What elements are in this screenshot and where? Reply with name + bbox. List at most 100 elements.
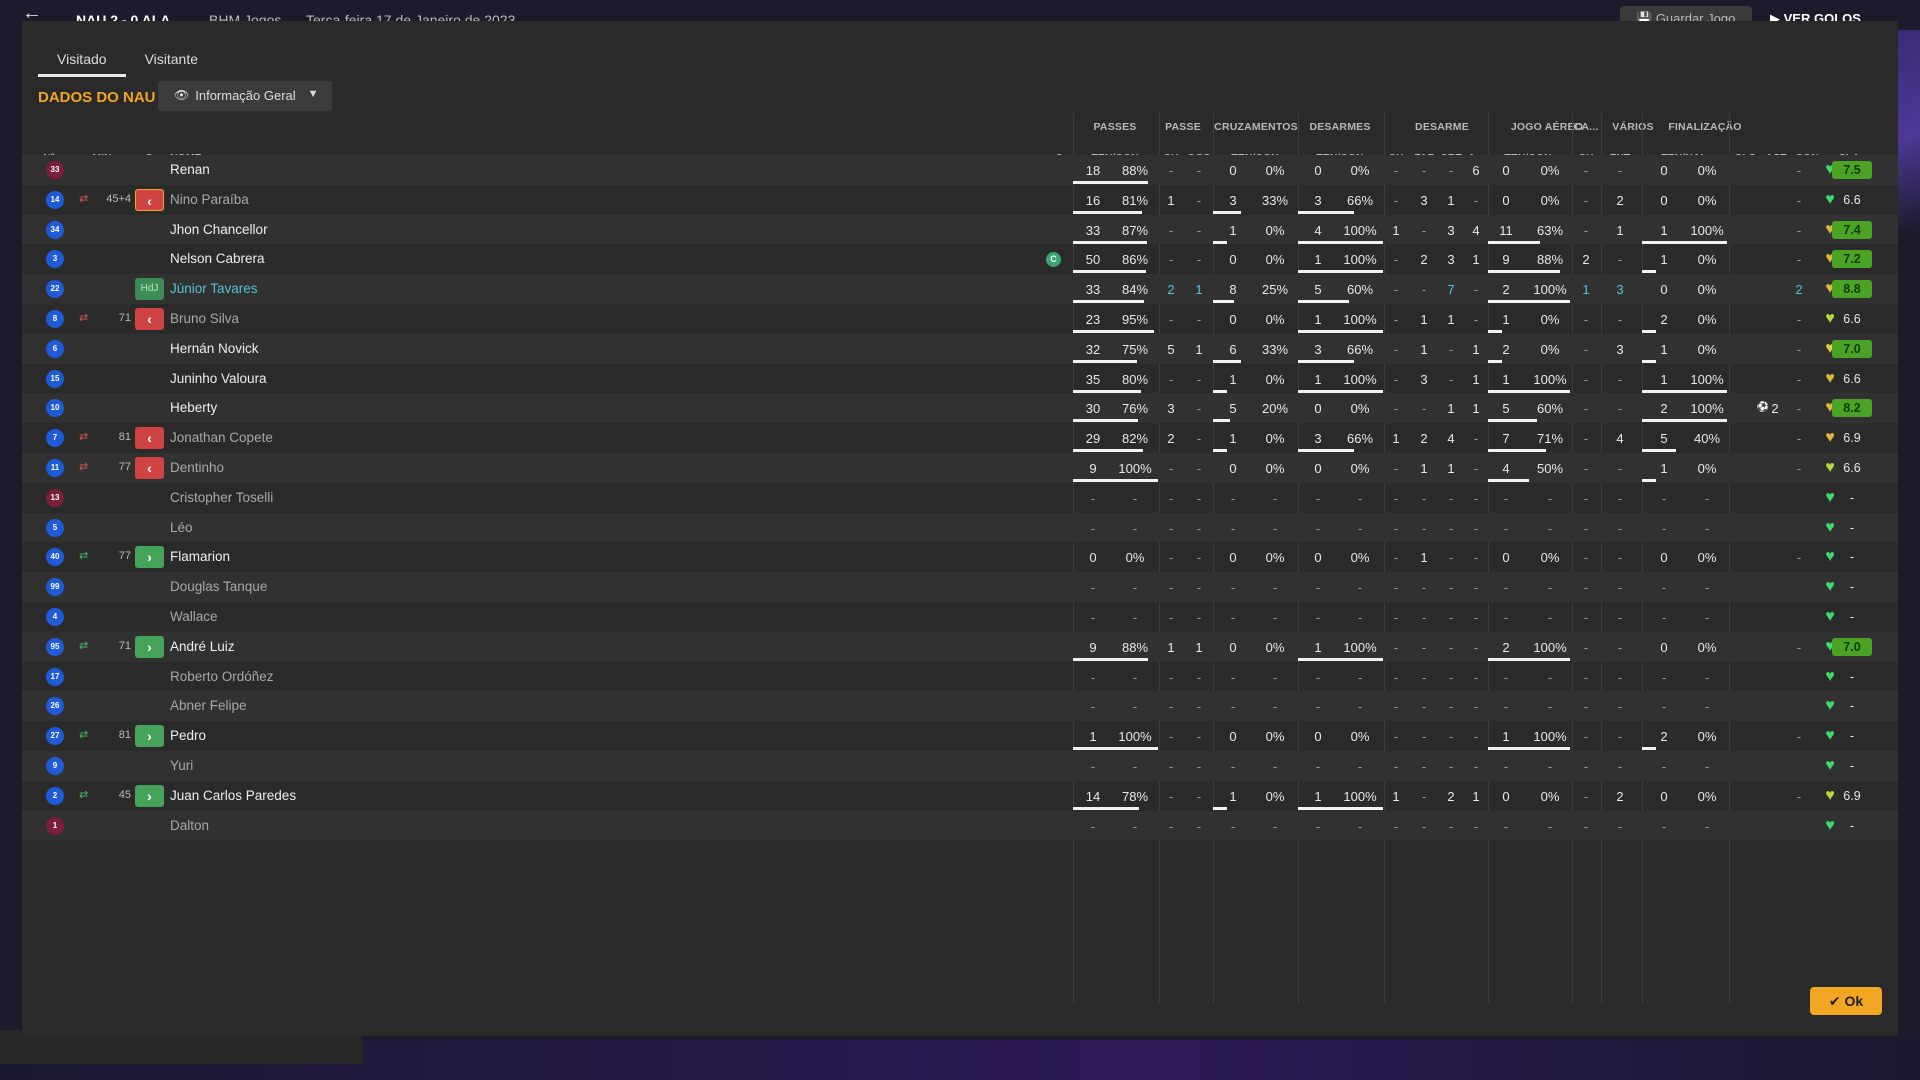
stat-pass_t: - <box>1090 580 1096 596</box>
stat-p_ch: - <box>1168 222 1174 238</box>
table-row[interactable]: 99 Douglas Tanque - - - - - - - - - - - - - - - - - - ♥ - <box>22 572 1898 602</box>
stat-fnt: - <box>1617 163 1623 178</box>
success-rate-bar <box>1642 389 1727 393</box>
player-name[interactable]: Abner Felipe <box>170 698 247 713</box>
stat-d_ch: - <box>1393 282 1399 298</box>
stat-ae_p: - <box>1547 580 1553 596</box>
table-row[interactable]: 33 Renan 18 88% - -0 0% 0 0% - - -6 0 0% - -0 0% - ♥ 7.5 <box>22 155 1898 185</box>
player-name[interactable]: Renan <box>170 162 210 177</box>
stat-p_ocg: - <box>1196 401 1202 417</box>
player-name[interactable]: Douglas Tanque <box>170 579 267 594</box>
player-rating: - <box>1849 729 1855 744</box>
stat-fnt: - <box>1617 490 1623 506</box>
player-name[interactable]: Flamarion <box>170 549 230 564</box>
player-name[interactable]: Nelson Cabrera <box>170 251 265 266</box>
stat-fi_t: - <box>1661 580 1667 596</box>
table-row[interactable]: 95 ⇄ 71 › André Luiz 9 88% 1 1 0 0% 1 100% - - - -2 100% -… <box>22 631 1898 662</box>
table-row[interactable]: 22 HdJ Júnior Tavares 33 84% 2 1 8 25% 5 60% - - 7 - 2 1… <box>22 274 1898 304</box>
success-rate-bar <box>1488 300 1570 304</box>
stat-pass_p: - <box>1132 580 1138 596</box>
stat-d_crt: - <box>1448 759 1454 774</box>
success-rate-bar <box>1642 330 1656 333</box>
table-row[interactable]: 15 Juninho Valoura 35 80% - -1 0% 1 100% -3-1 1 100… <box>22 364 1898 394</box>
stat-d_faf: - <box>1421 759 1427 774</box>
table-row[interactable]: 9 Yuri - - - - - - - - - - - - - - - - - - ♥ - <box>22 751 1898 781</box>
table-row[interactable]: 7 ⇄ 81 ‹ Jonathan Copete 29 82% 2-1 0% 3 66% 1 2 4-7 7… <box>22 423 1898 453</box>
player-name[interactable]: Léo <box>170 520 193 535</box>
player-name[interactable]: Roberto Ordóñez <box>170 669 274 684</box>
table-row[interactable]: 2 ⇄ 45 › Juan Carlos Paredes 14 78% - -1 0% 1 100% 1… <box>22 781 1898 811</box>
stat-d_a: - <box>1473 818 1479 834</box>
player-name[interactable]: Cristopher Toselli <box>170 490 273 505</box>
view-select[interactable]: 👁 Informação Geral ▼ <box>158 81 332 111</box>
player-name[interactable]: Jhon Chancellor <box>170 222 268 237</box>
player-name[interactable]: Jonathan Copete <box>170 430 273 445</box>
player-name[interactable]: Dentinho <box>170 460 224 475</box>
table-row[interactable]: 13 Cristopher Toselli - - - - - - - - - - - - - - - - - - ♥ - <box>22 483 1898 513</box>
player-name[interactable]: Yuri <box>170 758 193 773</box>
stat-cr_t: - <box>1230 490 1236 506</box>
stat-fnt: - <box>1617 371 1623 387</box>
player-name[interactable]: Nino Paraíba <box>170 192 249 207</box>
stat-d_a: - <box>1473 610 1479 625</box>
stat-ast: - <box>1796 192 1802 208</box>
player-name[interactable]: Dalton <box>170 818 209 833</box>
player-name[interactable]: Júnior Tavares <box>170 281 258 296</box>
stat-p_ocg: - <box>1196 461 1202 476</box>
stat-fi_p: - <box>1704 490 1710 506</box>
tab-away[interactable]: Visitante <box>126 47 217 77</box>
player-rating: 6.9 <box>1843 788 1861 803</box>
table-row[interactable]: 1 Dalton - - - - - - - - - - - - - - - - - - ♥ - <box>22 810 1898 841</box>
table-row[interactable]: 11 ⇄ 77 ‹ Dentinho 9 100% - -0 0% 0 0% -1 1-4 50% - -1 0%… <box>22 453 1898 483</box>
group-header-ca: CA... <box>1573 121 1599 133</box>
stat-d_a: 4 <box>1472 222 1480 238</box>
tab-home[interactable]: Visitado <box>38 47 126 77</box>
stat-p_ocg: - <box>1196 490 1202 506</box>
table-row[interactable]: 10 Heberty 30 76% 3-5 20% 0 0% - -1 1 5 60% - -2 100% ⚽ 2… <box>22 393 1898 424</box>
stat-d_faf: - <box>1421 163 1427 178</box>
stat-d_ch: - <box>1393 401 1399 417</box>
player-name[interactable]: Pedro <box>170 728 206 743</box>
back-arrow-icon[interactable]: ← <box>22 3 42 23</box>
table-row[interactable]: 34 Jhon Chancellor 33 87% - -1 0% 4 100% 1-3 4 11 63… <box>22 214 1898 245</box>
stat-p_ocg: - <box>1196 818 1202 834</box>
success-rate-bar <box>1073 270 1147 274</box>
stat-d_ch: - <box>1393 312 1399 327</box>
stat-p_ch: - <box>1168 759 1174 774</box>
player-name[interactable]: Heberty <box>170 400 217 415</box>
table-row[interactable]: 3 Nelson Cabrera C 50 86% - -0 0% 1 100% -2 3 1 9 88% 2… <box>22 244 1898 274</box>
stat-ds_t: 0 <box>1314 729 1322 745</box>
table-row[interactable]: 5 Léo - - - - - - - - - - - - - - - - - - ♥ - <box>22 512 1898 543</box>
stat-ae_p: 0% <box>1540 788 1560 804</box>
player-name[interactable]: Hernán Novick <box>170 341 259 356</box>
ok-button[interactable]: ✔ Ok <box>1810 987 1882 1015</box>
minutes-played: 77 <box>118 461 131 473</box>
stat-ast: - <box>1796 371 1802 387</box>
stat-p_ch: - <box>1168 312 1174 327</box>
table-row[interactable]: 8 ⇄ 71 ‹ Bruno Silva 23 95% - -0 0% 1 100% -1 1-1 0% - -… <box>22 304 1898 334</box>
player-name[interactable]: Bruno Silva <box>170 311 239 326</box>
stat-ae_t: - <box>1503 580 1509 596</box>
player-name[interactable]: Juan Carlos Paredes <box>170 788 296 803</box>
stat-p_ch: 2 <box>1167 431 1175 447</box>
table-row[interactable]: 17 Roberto Ordóñez - - - - - - - - - - - - - - - - - - ♥ - <box>22 662 1898 692</box>
table-row[interactable]: 27 ⇄ 81 › Pedro 1 100% - -0 0% 0 0% - - - -1 100% - -2 0% - ♥… <box>22 721 1898 751</box>
stat-d_a: - <box>1473 282 1479 298</box>
stat-fi_p: 0% <box>1697 729 1717 745</box>
stat-ca_ch: - <box>1583 431 1589 447</box>
player-name[interactable]: Wallace <box>170 609 218 624</box>
view-select-value: Informação Geral <box>195 88 296 103</box>
stat-p_ocg: - <box>1196 669 1202 685</box>
table-row[interactable]: 4 Wallace - - - - - - - - - - - - - - - - - - ♥ - <box>22 602 1898 632</box>
table-row[interactable]: 6 Hernán Novick 32 75% 5 1 6 33% 3 66% - 1 - 1 2 0% - 3 1 0… <box>22 333 1898 364</box>
player-name[interactable]: Juninho Valoura <box>170 371 267 386</box>
stat-ds_t: - <box>1315 699 1321 715</box>
table-row[interactable]: 26 Abner Felipe - - - - - - - - - - - - - - - - - - ♥ - <box>22 691 1898 722</box>
success-rate-bar <box>1213 806 1227 810</box>
stat-fi_p: 0% <box>1697 192 1717 208</box>
table-row[interactable]: 40 ⇄ 77 › Flamarion 0 0% - -0 0% 0 0% -1- -0 0% - -0 0% - ♥… <box>22 542 1898 572</box>
player-name[interactable]: André Luiz <box>170 639 235 654</box>
stat-ds_t: - <box>1315 580 1321 596</box>
stat-d_faf: 3 <box>1420 192 1428 208</box>
table-row[interactable]: 14 ⇄ 45+4 ‹ Nino Paraíba 16 81% 1-3 33% 3 66% -3 1-0… <box>22 185 1898 215</box>
